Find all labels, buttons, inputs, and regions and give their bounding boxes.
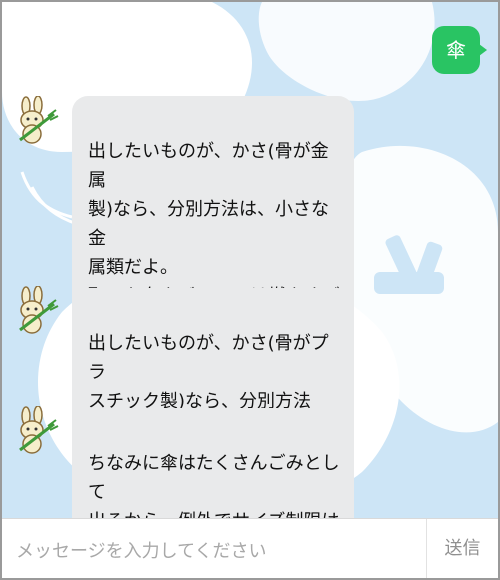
rabbit-mascot-icon <box>19 96 59 144</box>
rabbit-mascot-icon <box>19 286 59 334</box>
message-input-bar: 送信 <box>2 518 498 578</box>
bot-message-bubble: ちなみに傘はたくさんごみとして 出るから、例外でサイズ制限はし てないんだ。 <box>72 408 354 518</box>
message-list[interactable]: 傘 出したいものが、かさ(骨が金属 製)なら、分別方法は、小さな金 属類だよ。 … <box>2 2 498 518</box>
message-input[interactable] <box>16 537 406 565</box>
send-button[interactable]: 送信 <box>427 519 498 578</box>
user-message-bubble: 傘 <box>432 26 487 74</box>
user-message-text: 傘 <box>446 38 466 62</box>
bot-message-text: ちなみに傘はたくさんごみとして 出るから、例外でサイズ制限はし てないんだ。 <box>88 453 340 518</box>
chat-window: 傘 出したいものが、かさ(骨が金属 製)なら、分別方法は、小さな金 属類だよ。 … <box>0 0 500 580</box>
rabbit-mascot-icon <box>19 406 59 454</box>
